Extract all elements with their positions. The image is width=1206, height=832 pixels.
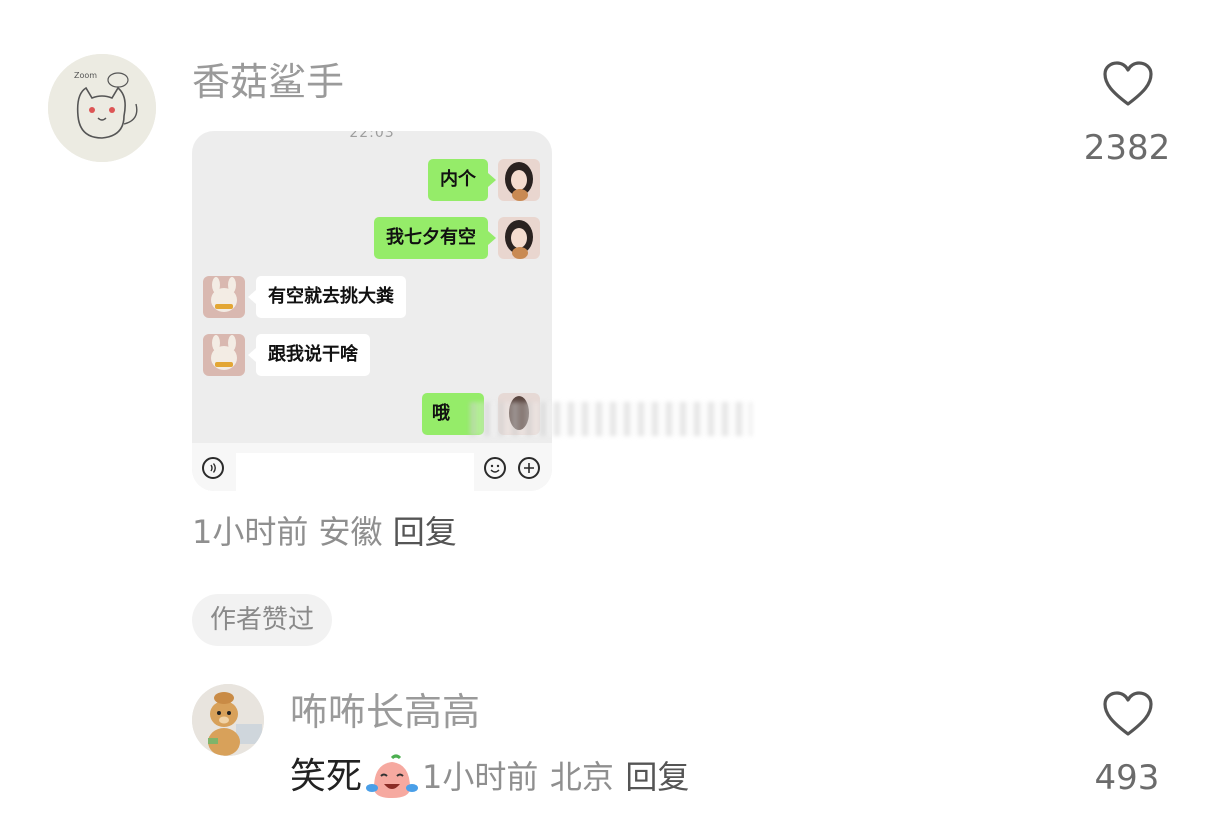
username[interactable]: 香菇鲨手 [192, 60, 344, 104]
username[interactable]: 咘咘长高高 [290, 690, 480, 734]
chat-bubble-me: 我七夕有空 [374, 217, 488, 259]
blurred-overlay [470, 402, 752, 436]
chat-bubble-other: 有空就去挑大粪 [256, 276, 406, 318]
commenter-avatar[interactable] [192, 684, 264, 756]
bunny-photo-icon [203, 276, 245, 318]
bunny-photo-icon [203, 334, 245, 376]
bubble-tail [248, 348, 256, 362]
bear-photo-avatar-icon [192, 684, 264, 756]
comment-meta: 1小时前 安徽 回复 [192, 512, 457, 552]
heart-icon [1103, 691, 1153, 736]
comment-time: 1小时前 [422, 758, 539, 796]
comment-image[interactable]: 22:03 内个 我七夕有空 有空就去挑大粪 跟我说干啥 哦 [192, 131, 552, 491]
reply-button[interactable]: 回复 [625, 758, 689, 796]
chat-bubble-me: 内个 [428, 159, 488, 201]
chat-avatar-me [498, 159, 540, 201]
reply-button[interactable]: 回复 [393, 513, 457, 551]
cat-doodle-avatar-icon: Zoom [48, 54, 156, 162]
chat-avatar-other [203, 334, 245, 376]
girl-photo-icon [498, 217, 540, 259]
plus-icon [518, 457, 540, 479]
chat-bubble-other: 跟我说干啥 [256, 334, 370, 376]
like-button[interactable] [1102, 690, 1154, 742]
commenter-avatar[interactable]: Zoom [48, 54, 156, 162]
bubble-tail [488, 231, 496, 245]
comment-body: 笑死 1小时前 北京 回复 [290, 754, 689, 802]
girl-photo-icon [498, 159, 540, 201]
comment-text: 笑死 [290, 756, 363, 797]
bubble-tail [248, 290, 256, 304]
comment-time: 1小时前 [192, 513, 309, 551]
comment-location: 安徽 [318, 513, 383, 551]
avatar-doodle-text: Zoom [74, 71, 97, 80]
like-count: 493 [1094, 758, 1160, 798]
emoji-icon [484, 457, 506, 479]
chat-input-bar [192, 443, 552, 491]
chat-text-field [236, 453, 474, 491]
author-liked-badge: 作者赞过 [192, 594, 333, 646]
chat-avatar-other [203, 276, 245, 318]
chat-timestamp: 22:03 [349, 131, 395, 141]
heart-icon [1103, 61, 1153, 106]
like-button[interactable] [1102, 60, 1154, 112]
like-count: 2382 [1083, 128, 1171, 168]
laughing-crying-emoji-icon [366, 754, 419, 798]
bubble-tail [488, 173, 496, 187]
voice-icon [202, 457, 224, 479]
comment-location: 北京 [549, 758, 614, 796]
chat-avatar-me [498, 217, 540, 259]
